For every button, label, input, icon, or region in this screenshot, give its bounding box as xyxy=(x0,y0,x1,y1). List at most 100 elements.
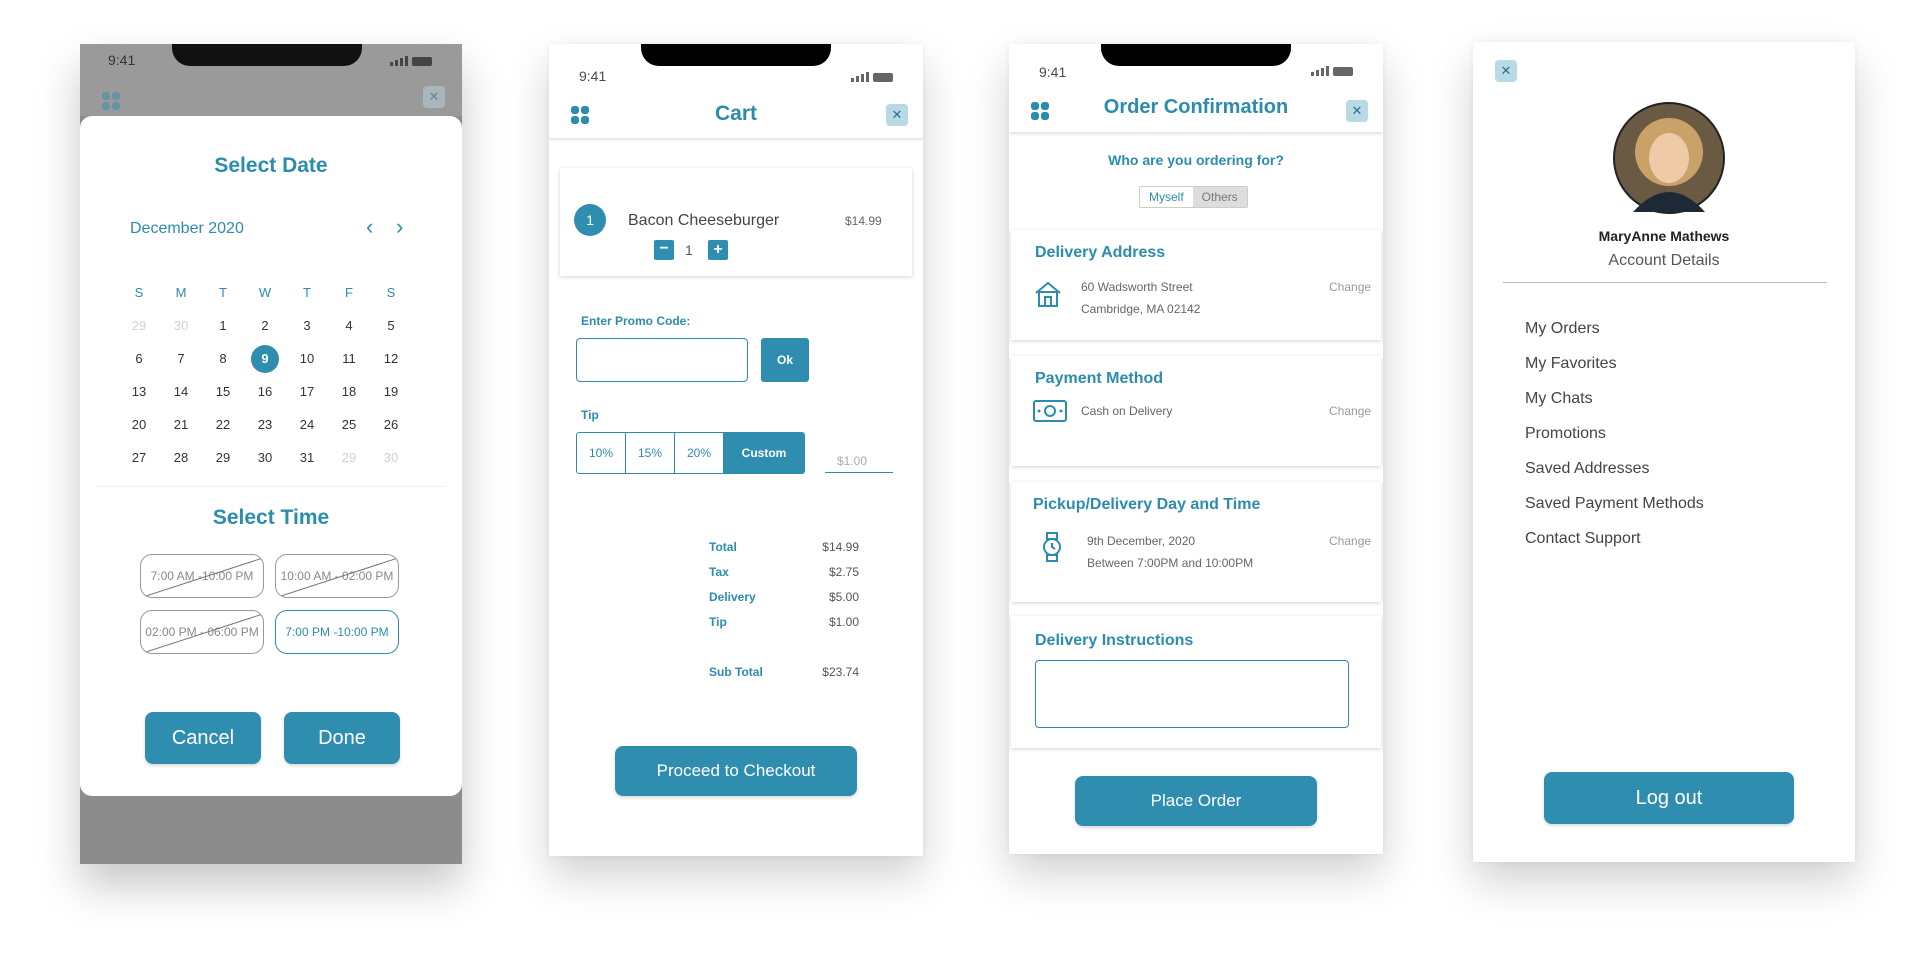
tip-label: Tip xyxy=(581,408,599,422)
status-icons xyxy=(851,72,893,82)
time-slot-available[interactable]: 7:00 PM -10:00 PM xyxy=(275,610,399,654)
calendar-day[interactable]: 19 xyxy=(370,384,412,399)
calendar-day[interactable]: 14 xyxy=(160,384,202,399)
calendar-day[interactable]: 1 xyxy=(202,318,244,333)
calendar-day[interactable]: 20 xyxy=(118,417,160,432)
calendar-day[interactable]: 30 xyxy=(244,450,286,465)
calendar-day[interactable]: 29 xyxy=(202,450,244,465)
calendar-day[interactable]: 22 xyxy=(202,417,244,432)
toggle-others[interactable]: Others xyxy=(1192,187,1247,207)
address-line-2: Cambridge, MA 02142 xyxy=(1081,302,1201,316)
calendar-week: 13 14 15 16 17 18 19 xyxy=(118,375,418,408)
calendar-day[interactable]: 17 xyxy=(286,384,328,399)
account-details-subtitle: Account Details xyxy=(1608,252,1720,269)
phone-notch xyxy=(1101,44,1291,66)
menu-item-promotions[interactable]: Promotions xyxy=(1525,425,1606,443)
cart-screen: 9:41 Cart ✕ 1 Bacon Cheeseburger $14.99 … xyxy=(549,44,923,856)
calendar-day[interactable]: 27 xyxy=(118,450,160,465)
calendar-day: 29 xyxy=(341,450,357,465)
item-price: $14.99 xyxy=(845,214,882,228)
menu-item-saved-addresses[interactable]: Saved Addresses xyxy=(1525,460,1650,478)
calendar-day[interactable]: 26 xyxy=(370,417,412,432)
prev-month-chevron-icon[interactable]: ‹ xyxy=(366,214,373,240)
delivery-instructions-title: Delivery Instructions xyxy=(1035,632,1194,649)
proceed-to-checkout-button[interactable]: Proceed to Checkout xyxy=(615,746,857,796)
calendar-day[interactable]: 4 xyxy=(328,318,370,333)
summary-label: Tip xyxy=(709,615,727,629)
next-month-chevron-icon[interactable]: › xyxy=(396,214,403,240)
calendar-day[interactable]: 28 xyxy=(160,450,202,465)
close-icon[interactable]: ✕ xyxy=(423,86,445,108)
calendar-day[interactable]: 6 xyxy=(118,351,160,366)
calendar-day[interactable]: 7 xyxy=(160,351,202,366)
calendar-day[interactable]: 2 xyxy=(244,318,286,333)
logout-button[interactable]: Log out xyxy=(1544,772,1794,824)
order-confirmation-screen: 9:41 Order Confirmation ✕ Who are you or… xyxy=(1009,44,1383,854)
calendar-day[interactable]: 11 xyxy=(328,351,370,366)
promo-ok-button[interactable]: Ok xyxy=(761,338,809,382)
cancel-button[interactable]: Cancel xyxy=(145,712,261,764)
change-payment-link[interactable]: Change xyxy=(1329,404,1371,418)
battery-icon xyxy=(873,73,893,82)
change-address-link[interactable]: Change xyxy=(1329,280,1371,294)
close-icon[interactable]: ✕ xyxy=(886,104,908,126)
delivery-time-title: Pickup/Delivery Day and Time xyxy=(1033,496,1261,513)
menu-item-saved-payment-methods[interactable]: Saved Payment Methods xyxy=(1525,495,1704,513)
promo-label: Enter Promo Code: xyxy=(581,314,691,328)
divider xyxy=(96,486,446,487)
item-number-badge: 1 xyxy=(574,204,606,236)
calendar-day[interactable]: 8 xyxy=(202,351,244,366)
ordering-for-toggle: Myself Others xyxy=(1139,186,1248,208)
house-icon xyxy=(1035,281,1061,307)
weekday-label: S xyxy=(134,285,144,300)
calendar-day-selected[interactable]: 9 xyxy=(251,344,279,373)
calendar-day[interactable]: 18 xyxy=(328,384,370,399)
custom-tip-input[interactable]: $1.00 xyxy=(825,454,893,473)
done-button[interactable]: Done xyxy=(284,712,400,764)
cash-icon xyxy=(1033,400,1067,422)
tip-option[interactable]: 10% xyxy=(577,433,626,473)
calendar-day: 29 xyxy=(131,318,147,333)
calendar-day[interactable]: 10 xyxy=(286,351,328,366)
menu-item-my-orders[interactable]: My Orders xyxy=(1525,320,1600,338)
menu-item-my-chats[interactable]: My Chats xyxy=(1525,390,1593,408)
select-time-title: Select Time xyxy=(212,506,330,529)
tip-option[interactable]: 15% xyxy=(626,433,675,473)
calendar-day[interactable]: 5 xyxy=(370,318,412,333)
calendar-day[interactable]: 24 xyxy=(286,417,328,432)
calendar-day[interactable]: 13 xyxy=(118,384,160,399)
tip-options: 10% 15% 20% Custom xyxy=(576,432,805,474)
user-name: MaryAnne Mathews xyxy=(1598,228,1730,244)
place-order-button[interactable]: Place Order xyxy=(1075,776,1317,826)
account-menu-screen: ✕ MaryAnne Mathews Account Details My Or… xyxy=(1473,42,1855,862)
calendar-day: 30 xyxy=(173,318,189,333)
calendar-day[interactable]: 12 xyxy=(370,351,412,366)
menu-item-contact-support[interactable]: Contact Support xyxy=(1525,530,1641,548)
date-picker-screen: 9:41 ✕ Select Date December 2020 ‹ › S M… xyxy=(80,44,462,864)
calendar-day[interactable]: 31 xyxy=(286,450,328,465)
calendar-day[interactable]: 15 xyxy=(202,384,244,399)
menu-item-my-favorites[interactable]: My Favorites xyxy=(1525,355,1617,373)
grid-menu-icon[interactable] xyxy=(102,92,120,110)
summary-value: $5.00 xyxy=(828,590,859,604)
calendar-day[interactable]: 21 xyxy=(160,417,202,432)
toggle-myself[interactable]: Myself xyxy=(1140,187,1193,207)
phone-notch xyxy=(172,44,362,66)
calendar-day[interactable]: 23 xyxy=(244,417,286,432)
change-time-link[interactable]: Change xyxy=(1329,534,1371,548)
close-icon[interactable]: ✕ xyxy=(1495,60,1517,82)
decrease-quantity-button[interactable]: − xyxy=(654,240,674,260)
close-icon[interactable]: ✕ xyxy=(1346,100,1368,122)
calendar-day[interactable]: 25 xyxy=(328,417,370,432)
signal-icon xyxy=(851,72,869,82)
signal-icon xyxy=(1311,66,1329,76)
tip-option[interactable]: 20% xyxy=(675,433,724,473)
delivery-instructions-input[interactable] xyxy=(1035,660,1349,728)
increase-quantity-button[interactable]: + xyxy=(708,240,728,260)
weekday-label: F xyxy=(345,285,353,300)
tip-option-custom[interactable]: Custom xyxy=(724,433,804,473)
calendar-day[interactable]: 16 xyxy=(244,384,286,399)
promo-code-input[interactable] xyxy=(576,338,748,382)
calendar-day[interactable]: 3 xyxy=(286,318,328,333)
weekday-header: S M T W T F S xyxy=(118,276,418,309)
